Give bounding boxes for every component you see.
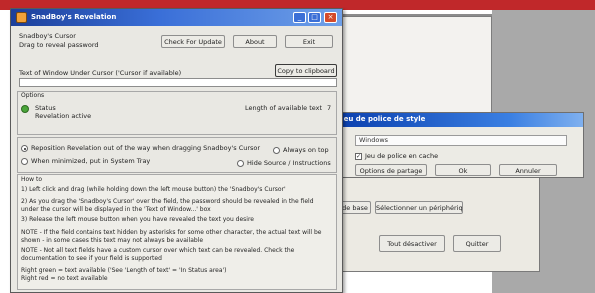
minimize-tray-label: When minimized, put in System Tray [31,157,151,165]
dialog-title: Jeu de police de style [341,115,426,123]
base-button[interactable]: de base [339,201,371,214]
instruction-line: 3) Release the left mouse button when yo… [21,216,254,223]
always-on-top-label: Always on top [283,146,329,154]
window-title: SnadBoy's Revelation [31,13,117,21]
reposition-option-radio[interactable] [21,145,28,152]
always-on-top-radio[interactable] [273,147,280,154]
quit-button[interactable]: Quitter [453,235,501,252]
ok-button[interactable]: Ok [435,164,491,176]
instruction-line: under the cursor will be displayed in th… [21,206,211,213]
maximize-icon[interactable]: □ [308,12,321,23]
reposition-option-label: Reposition Revelation out of the way whe… [31,144,261,152]
instruction-line: NOTE - Not all text fields have a custom… [21,247,295,254]
status-value: Revelation active [35,112,92,120]
instruction-line: Right green = text available ('See 'Leng… [21,267,227,274]
cancel-button[interactable]: Annuler [499,164,557,176]
minimize-tray-radio[interactable] [21,158,28,165]
options-group [17,137,337,173]
share-options-button[interactable]: Options de partage [355,164,427,176]
select-device-button[interactable]: Sélectionner un périphérique [375,201,463,214]
exit-button[interactable]: Exit [285,35,333,48]
hide-source-label: Hide Source / Instructions [247,159,331,167]
instruction-line: 1) Left click and drag (while holding do… [21,186,286,193]
revelation-window: SnadBoy's Revelation _ □ × Snadboy's Cur… [10,8,343,293]
cache-checkbox-label: Jeu de police en cache [365,152,439,160]
text-length-label: Length of available text [245,104,323,112]
instruction-line: How to [21,176,43,183]
instruction-line: 2) As you drag the 'Snadboy's Cursor' ov… [21,198,314,205]
cache-checkbox[interactable]: ✓ [355,153,362,160]
about-button[interactable]: About [233,35,277,48]
hide-source-radio[interactable] [237,160,244,167]
instruction-line: NOTE - If the field contains text hidden… [21,229,322,236]
text-under-cursor-label: Text of Window Under Cursor ('Cursor if … [19,69,182,77]
font-style-dialog: Jeu de police de style Windows ✓ Jeu de … [336,112,584,178]
window-title-bar: SnadBoy's Revelation _ □ × [11,9,342,26]
copy-clipboard-button[interactable]: Copy to clipboard [275,64,337,77]
dialog-title-bar: Jeu de police de style [337,113,583,127]
drag-hint: Drag to reveal password [19,41,99,49]
disable-all-button[interactable]: Tout désactiver [379,235,445,252]
font-name-field[interactable]: Windows [355,135,567,146]
revealed-text-field[interactable] [19,78,337,87]
close-icon[interactable]: × [324,12,337,23]
status-group-title: Options [21,92,45,99]
status-ok-icon [21,105,29,113]
status-label: Status [35,104,56,112]
app-icon [16,12,27,23]
minimize-icon[interactable]: _ [293,12,306,23]
background-window-upper [330,16,492,116]
instruction-line: shown - in some cases this text may not … [21,237,204,244]
text-length-value: 7 [327,104,332,112]
instruction-line: Right red = no text available [21,275,108,282]
cursor-target-label[interactable]: Snadboy's Cursor [19,32,76,40]
instruction-line: documentation to see if your field is su… [21,255,162,262]
check-update-button[interactable]: Check For Update [161,35,225,48]
